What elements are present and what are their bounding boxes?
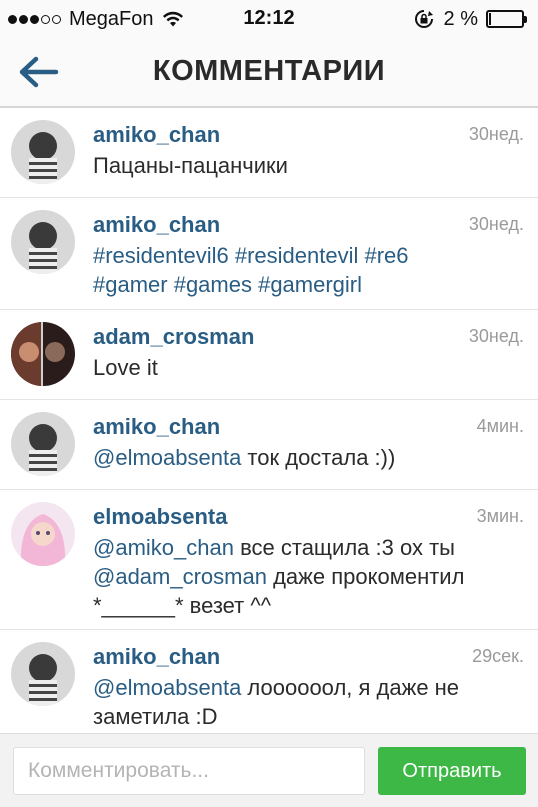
comment-time: 30нед.	[468, 214, 524, 234]
page-title: КОММЕНТАРИИ	[152, 55, 386, 87]
comment-username[interactable]: amiko_chan	[93, 644, 220, 670]
comment-item: amiko_chan 29сек. @elmoabsenta лоооооол,…	[0, 630, 538, 734]
comment-item: amiko_chan 4мин. @elmoabsenta ток достал…	[0, 400, 538, 490]
avatar[interactable]	[11, 412, 75, 476]
comment-input[interactable]	[13, 747, 365, 795]
comment-text-part: Love it	[93, 355, 158, 380]
comment-time: 30нед.	[468, 326, 524, 346]
mention-link[interactable]: @amiko_chan	[93, 535, 234, 560]
comment-username[interactable]: adam_crosman	[93, 324, 254, 350]
comment-text: @elmoabsenta лоооооол, я даже не заметил…	[93, 673, 493, 731]
comment-text-part: Пацаны-пацанчики	[93, 153, 288, 178]
comment-composer: Отправить	[0, 733, 538, 807]
status-bar: MegaFon 12:12 2 %	[0, 0, 538, 38]
comment-text-part: все стащила :3 ох ты	[233, 535, 455, 560]
mention-link[interactable]: @adam_crosman	[93, 564, 267, 589]
comment-text: Пацаны-пацанчики	[93, 151, 523, 180]
avatar[interactable]	[11, 502, 75, 566]
comment-time: 3мин.	[476, 506, 524, 526]
comment-text: #residentevil6 #residentevil #re6 #gamer…	[93, 241, 453, 299]
comment-item: amiko_chan 30нед. Пацаны-пацанчики	[0, 108, 538, 198]
comment-username[interactable]: amiko_chan	[93, 212, 220, 238]
comment-item: elmoabsenta 3мин. @amiko_chan все стащил…	[0, 490, 538, 630]
comment-text-part: ток достала :))	[241, 445, 396, 470]
comment-time: 30нед.	[468, 124, 524, 144]
battery-percent: 2 %	[443, 7, 478, 30]
hashtag-links[interactable]: #residentevil6 #residentevil #re6 #gamer…	[93, 243, 409, 297]
avatar[interactable]	[11, 642, 75, 706]
comment-item: amiko_chan 30нед. #residentevil6 #reside…	[0, 198, 538, 310]
mention-link[interactable]: @elmoabsenta	[93, 675, 241, 700]
battery-icon	[486, 10, 527, 28]
comment-time: 4мин.	[476, 416, 524, 436]
mention-link[interactable]: @elmoabsenta	[93, 445, 241, 470]
comment-username[interactable]: amiko_chan	[93, 122, 220, 148]
avatar[interactable]	[11, 120, 75, 184]
comment-text: Love it	[93, 353, 523, 382]
avatar[interactable]	[11, 322, 75, 386]
comment-time: 29сек.	[472, 646, 524, 666]
comment-text: @elmoabsenta ток достала :))	[93, 443, 523, 472]
send-button[interactable]: Отправить	[378, 747, 526, 795]
nav-bar: КОММЕНТАРИИ	[0, 38, 538, 108]
comment-item: adam_crosman 30нед. Love it	[0, 310, 538, 400]
comment-username[interactable]: amiko_chan	[93, 414, 220, 440]
comment-text: @amiko_chan все стащила :3 ох ты @adam_c…	[93, 533, 523, 620]
avatar[interactable]	[11, 210, 75, 274]
rotation-lock-icon	[414, 10, 433, 28]
status-right: 2 %	[414, 7, 527, 30]
battery-level	[489, 13, 491, 25]
comment-username[interactable]: elmoabsenta	[93, 504, 228, 530]
